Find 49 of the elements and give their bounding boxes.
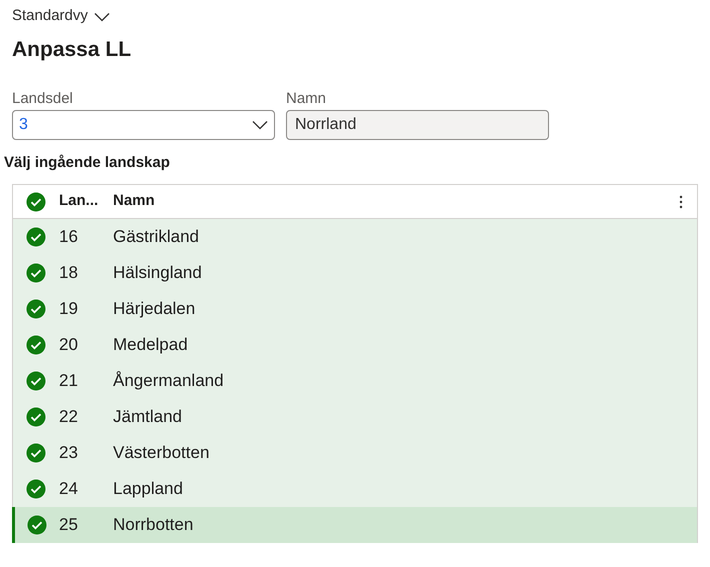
- table-cell-text: 18: [59, 262, 79, 284]
- table-cell-text: Medelpad: [113, 334, 188, 356]
- grid-row[interactable]: 20 Medelpad: [13, 327, 697, 363]
- row-checkbox[interactable]: [26, 263, 46, 283]
- row-checkbox[interactable]: [26, 299, 46, 319]
- table-cell-text: Härjedalen: [113, 298, 196, 320]
- more-options-icon[interactable]: [679, 194, 683, 208]
- dropdown-field[interactable]: 3: [12, 110, 275, 140]
- table-cell-text: 23: [59, 442, 79, 464]
- row-checkbox[interactable]: [26, 227, 46, 247]
- field-label: Landsdel: [12, 88, 74, 108]
- table-cell-text: Ångermanland: [113, 370, 224, 392]
- grid-row[interactable]: 16 Gästrikland: [13, 219, 697, 255]
- grid-row[interactable]: 24 Lappland: [13, 471, 697, 507]
- table-cell-text: 20: [59, 334, 79, 356]
- column-header[interactable]: Namn: [113, 190, 155, 213]
- grid-row[interactable]: 25 Norrbotten: [12, 507, 697, 543]
- row-checkbox[interactable]: [26, 443, 46, 463]
- table-cell-text: 16: [59, 226, 79, 248]
- view-selector[interactable]: Standardvy: [12, 5, 88, 28]
- table-cell-text: 21: [59, 370, 79, 392]
- field-label: Namn: [286, 88, 328, 108]
- grid-row[interactable]: 19 Härjedalen: [13, 291, 697, 327]
- table-cell-text: Jämtland: [113, 406, 182, 428]
- table-cell-text: 24: [59, 478, 79, 500]
- column-header[interactable]: Lan...: [59, 190, 113, 213]
- grid-row[interactable]: 21 Ångermanland: [13, 363, 697, 399]
- grid-row[interactable]: 23 Västerbotten: [13, 435, 697, 471]
- grid-row[interactable]: 18 Hälsingland: [13, 255, 697, 291]
- chevron-down-icon: [252, 120, 268, 130]
- table-cell-text: Lappland: [113, 478, 183, 500]
- readonly-field[interactable]: Norrland: [286, 110, 549, 140]
- table-cell-text: Västerbotten: [113, 442, 210, 464]
- table-cell-text: 25: [59, 514, 79, 536]
- table-cell-text: Hälsingland: [113, 262, 202, 284]
- page-title: Anpassa LL: [11, 37, 132, 63]
- table-cell-text: 22: [59, 406, 79, 428]
- row-checkbox[interactable]: [27, 515, 47, 535]
- grid-row[interactable]: 22 Jämtland: [13, 399, 697, 435]
- section-title: Välj ingående landskap: [3, 152, 171, 172]
- row-checkbox[interactable]: [26, 479, 46, 499]
- select-all-checkbox[interactable]: [26, 192, 46, 212]
- table-cell-text: Gästrikland: [113, 226, 199, 248]
- row-checkbox[interactable]: [26, 407, 46, 427]
- table-cell-text: 19: [59, 298, 79, 320]
- row-checkbox[interactable]: [26, 371, 46, 391]
- chevron-down-icon: [94, 12, 110, 22]
- row-checkbox[interactable]: [26, 335, 46, 355]
- table-cell-text: Norrbotten: [113, 514, 194, 536]
